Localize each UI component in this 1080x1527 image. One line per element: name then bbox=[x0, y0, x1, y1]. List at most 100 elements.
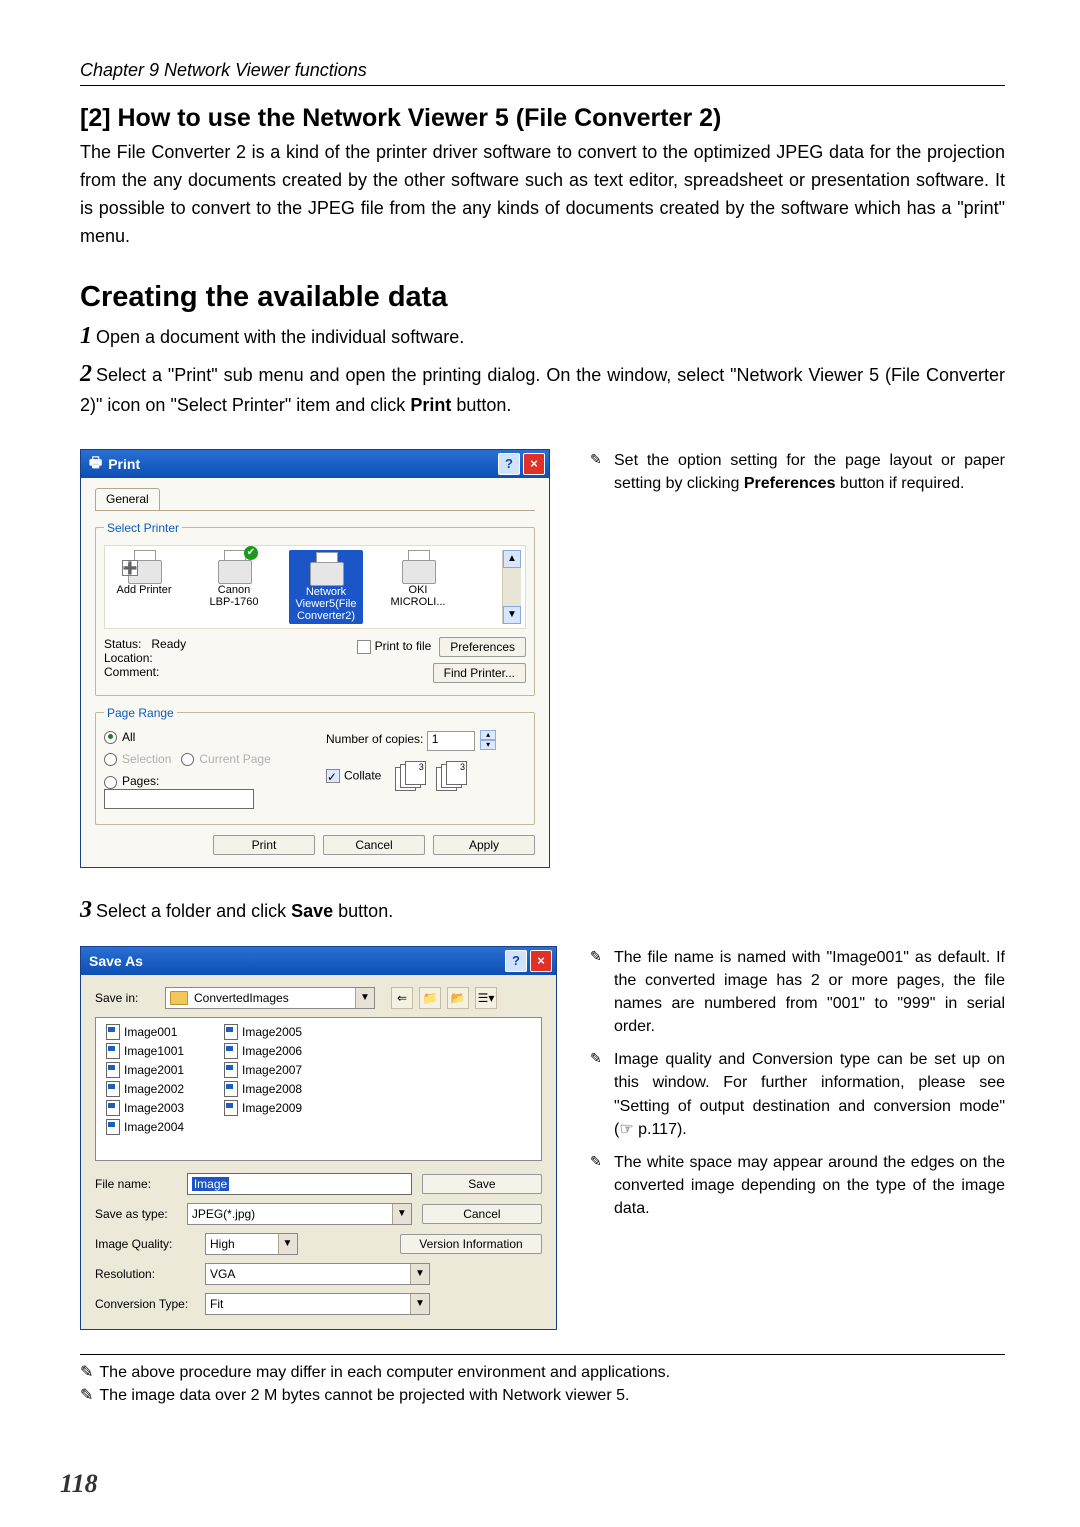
footnote-text: The image data over 2 M bytes cannot be … bbox=[99, 1384, 629, 1407]
printer-label: Network bbox=[306, 586, 346, 598]
find-printer-button[interactable]: Find Printer... bbox=[433, 663, 526, 683]
radio-selection-label: Selection bbox=[122, 752, 171, 766]
cancel-button[interactable]: Cancel bbox=[422, 1204, 542, 1224]
scroll-up-icon[interactable]: ▲ bbox=[503, 550, 521, 568]
print-button[interactable]: Print bbox=[213, 835, 315, 855]
comment-label: Comment: bbox=[104, 665, 357, 679]
conversion-type-dropdown[interactable]: Fit ▼ bbox=[205, 1293, 430, 1315]
radio-current-label: Current Page bbox=[199, 752, 270, 766]
file-item[interactable]: Image2005 bbox=[224, 1024, 302, 1040]
printer-network-viewer[interactable]: Network Viewer5(File Converter2) bbox=[289, 550, 363, 624]
chevron-down-icon[interactable]: ▼ bbox=[278, 1234, 297, 1254]
file-item-label: Image2005 bbox=[242, 1025, 302, 1039]
chevron-down-icon[interactable]: ▼ bbox=[410, 1264, 429, 1284]
printer-canon[interactable]: ✔ Canon LBP-1760 bbox=[199, 550, 269, 608]
cancel-button[interactable]: Cancel bbox=[323, 835, 425, 855]
save-in-label: Save in: bbox=[95, 991, 155, 1005]
file-item[interactable]: Image2003 bbox=[106, 1100, 184, 1116]
dialog-titlebar[interactable]: 🖶 Print ? × bbox=[81, 450, 549, 478]
view-menu-icon[interactable]: ☰▾ bbox=[475, 987, 497, 1009]
note-bold: Preferences bbox=[744, 475, 836, 492]
file-item[interactable]: Image2004 bbox=[106, 1119, 184, 1135]
file-item[interactable]: Image2009 bbox=[224, 1100, 302, 1116]
conversion-type-label: Conversion Type: bbox=[95, 1297, 195, 1311]
step-1: 1Open a document with the individual sof… bbox=[80, 318, 1005, 354]
file-list[interactable]: Image001 Image1001 Image2001 Image2002 Image… bbox=[95, 1017, 542, 1161]
chapter-header: Chapter 9 Network Viewer functions bbox=[80, 60, 1005, 81]
file-item[interactable]: Image2006 bbox=[224, 1043, 302, 1059]
file-name-input[interactable]: Image bbox=[187, 1173, 412, 1195]
note-icon: ✎ bbox=[590, 946, 608, 1039]
page-range-group: Page Range All Selection Current Page Pa… bbox=[95, 706, 535, 825]
file-icon bbox=[224, 1062, 238, 1078]
file-icon bbox=[224, 1024, 238, 1040]
footnote-2: ✎ The image data over 2 M bytes cannot be… bbox=[80, 1384, 1005, 1407]
new-folder-icon[interactable]: 📂 bbox=[447, 987, 469, 1009]
collate-checkbox[interactable]: ✓ bbox=[326, 769, 340, 783]
dialog-titlebar[interactable]: Save As ? × bbox=[81, 947, 556, 975]
close-button[interactable]: × bbox=[530, 950, 552, 972]
resolution-dropdown[interactable]: VGA▼ bbox=[205, 1263, 430, 1285]
printer-label: Add Printer bbox=[116, 584, 171, 596]
file-item-label: Image2001 bbox=[124, 1063, 184, 1077]
file-item-label: Image001 bbox=[124, 1025, 177, 1039]
radio-current bbox=[181, 753, 194, 766]
back-icon[interactable]: ⇐ bbox=[391, 987, 413, 1009]
file-icon bbox=[106, 1062, 120, 1078]
note-icon: ✎ bbox=[590, 1151, 608, 1221]
file-icon bbox=[224, 1081, 238, 1097]
conversion-type-value: Fit bbox=[210, 1297, 223, 1311]
image-quality-dropdown[interactable]: High▼ bbox=[205, 1233, 298, 1255]
tab-general[interactable]: General bbox=[95, 488, 160, 510]
chevron-down-icon[interactable]: ▼ bbox=[410, 1294, 429, 1314]
status-label: Status: bbox=[104, 637, 141, 651]
printer-scrollbar[interactable]: ▲ ▼ bbox=[502, 550, 521, 624]
page-range-legend: Page Range bbox=[104, 706, 177, 720]
radio-selection bbox=[104, 753, 117, 766]
file-item[interactable]: Image2007 bbox=[224, 1062, 302, 1078]
file-icon bbox=[106, 1024, 120, 1040]
file-icon bbox=[106, 1119, 120, 1135]
copies-input[interactable]: 1 bbox=[427, 731, 475, 751]
apply-button[interactable]: Apply bbox=[433, 835, 535, 855]
file-item[interactable]: Image1001 bbox=[106, 1043, 184, 1059]
select-printer-group: Select Printer ➕ Add Printer ✔ Canon LBP… bbox=[95, 521, 535, 696]
print-to-file-checkbox[interactable] bbox=[357, 640, 371, 654]
radio-pages[interactable] bbox=[104, 776, 117, 789]
file-item[interactable]: Image001 bbox=[106, 1024, 184, 1040]
note-text: Image quality and Conversion type can be… bbox=[614, 1048, 1005, 1141]
printer-oki[interactable]: OKI MICROLI... bbox=[383, 550, 453, 608]
collate-icon: 123 123 bbox=[395, 761, 474, 792]
scroll-down-icon[interactable]: ▼ bbox=[503, 606, 521, 624]
step-2-text-a: Select a "Print" sub menu and open the p… bbox=[80, 365, 1005, 415]
up-folder-icon[interactable]: 📁 bbox=[419, 987, 441, 1009]
help-button[interactable]: ? bbox=[498, 453, 520, 475]
help-button[interactable]: ? bbox=[505, 950, 527, 972]
save-button[interactable]: Save bbox=[422, 1174, 542, 1194]
printer-add[interactable]: ➕ Add Printer bbox=[109, 550, 179, 596]
printer-label: Converter2) bbox=[297, 610, 355, 622]
file-icon bbox=[106, 1043, 120, 1059]
file-item-label: Image2006 bbox=[242, 1044, 302, 1058]
preferences-button[interactable]: Preferences bbox=[439, 637, 526, 657]
save-as-type-label: Save as type: bbox=[95, 1207, 177, 1221]
save-as-type-dropdown[interactable]: JPEG(*.jpg)▼ bbox=[187, 1203, 412, 1225]
note-text: button if required. bbox=[835, 475, 964, 492]
radio-all[interactable] bbox=[104, 731, 117, 744]
close-button[interactable]: × bbox=[523, 453, 545, 475]
subsection-title: Creating the available data bbox=[80, 281, 1005, 314]
copies-spinner[interactable]: ▴▾ bbox=[480, 730, 496, 750]
save-in-dropdown[interactable]: ConvertedImages ▼ bbox=[165, 987, 375, 1009]
pages-input[interactable] bbox=[104, 789, 254, 809]
file-item[interactable]: Image2001 bbox=[106, 1062, 184, 1078]
chevron-down-icon[interactable]: ▼ bbox=[392, 1204, 411, 1224]
radio-all-label: All bbox=[122, 730, 135, 744]
file-item-label: Image2004 bbox=[124, 1120, 184, 1134]
file-item[interactable]: Image2008 bbox=[224, 1081, 302, 1097]
note-icon: ✎ bbox=[80, 1384, 93, 1407]
chevron-down-icon[interactable]: ▼ bbox=[355, 988, 374, 1008]
file-item[interactable]: Image2002 bbox=[106, 1081, 184, 1097]
version-info-button[interactable]: Version Information bbox=[400, 1234, 542, 1254]
step-1-text: Open a document with the individual soft… bbox=[96, 327, 464, 347]
file-icon bbox=[106, 1100, 120, 1116]
